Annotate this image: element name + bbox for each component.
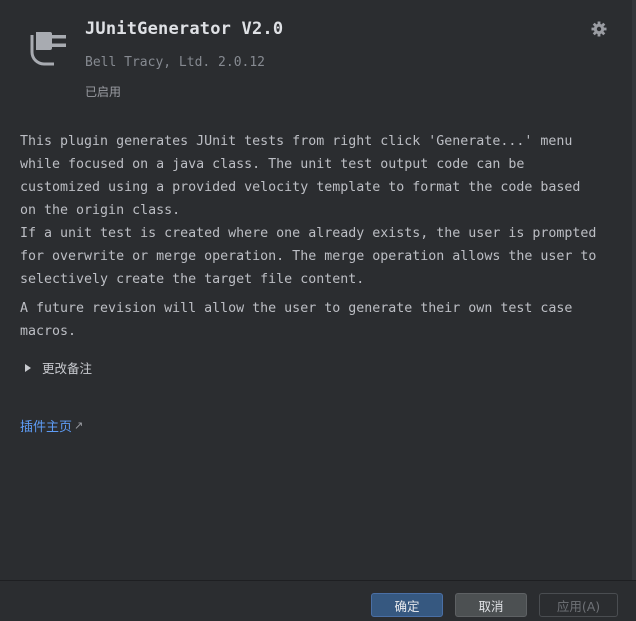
expand-triangle-icon xyxy=(25,363,31,372)
plug-icon xyxy=(30,32,66,66)
description-line: customized using a provided velocity tem… xyxy=(20,180,581,195)
homepage-label: 插件主页 xyxy=(20,420,73,435)
apply-button[interactable]: 应用(A) xyxy=(539,593,618,617)
description-line: on the origin class. xyxy=(20,203,181,218)
plugin-icon xyxy=(20,18,72,70)
description-line: while focused on a java class. The unit … xyxy=(20,157,525,172)
external-link-icon: ↗ xyxy=(74,419,84,432)
dialog-footer: 确定 取消 应用(A) xyxy=(0,580,636,621)
plugin-homepage-link[interactable]: 插件主页 ↗ xyxy=(20,416,83,435)
change-notes-toggle[interactable]: 更改备注 xyxy=(22,358,92,377)
description-line: macros. xyxy=(20,324,77,339)
cancel-button[interactable]: 取消 xyxy=(455,593,527,617)
description-line: If a unit test is created where one alre… xyxy=(20,226,597,241)
right-scroll-edge xyxy=(632,0,636,580)
ok-button[interactable]: 确定 xyxy=(371,593,443,617)
description-line: This plugin generates JUnit tests from r… xyxy=(20,134,573,149)
plugin-name: JUnitGenerator V2.0 xyxy=(85,19,284,39)
plugin-description: This plugin generates JUnit tests from r… xyxy=(20,130,620,343)
status-label: 已启用 xyxy=(85,85,122,99)
gear-icon[interactable] xyxy=(590,20,608,38)
description-paragraph-2: A future revision will allow the user to… xyxy=(20,297,620,343)
description-line: for overwrite or merge operation. The me… xyxy=(20,249,597,264)
description-paragraph-1: This plugin generates JUnit tests from r… xyxy=(20,130,620,291)
description-line: A future revision will allow the user to… xyxy=(20,301,573,316)
change-notes-label: 更改备注 xyxy=(42,361,93,376)
vendor-version: Bell Tracy, Ltd. 2.0.12 xyxy=(85,55,266,70)
description-line: selectively create the target file conte… xyxy=(20,272,365,287)
